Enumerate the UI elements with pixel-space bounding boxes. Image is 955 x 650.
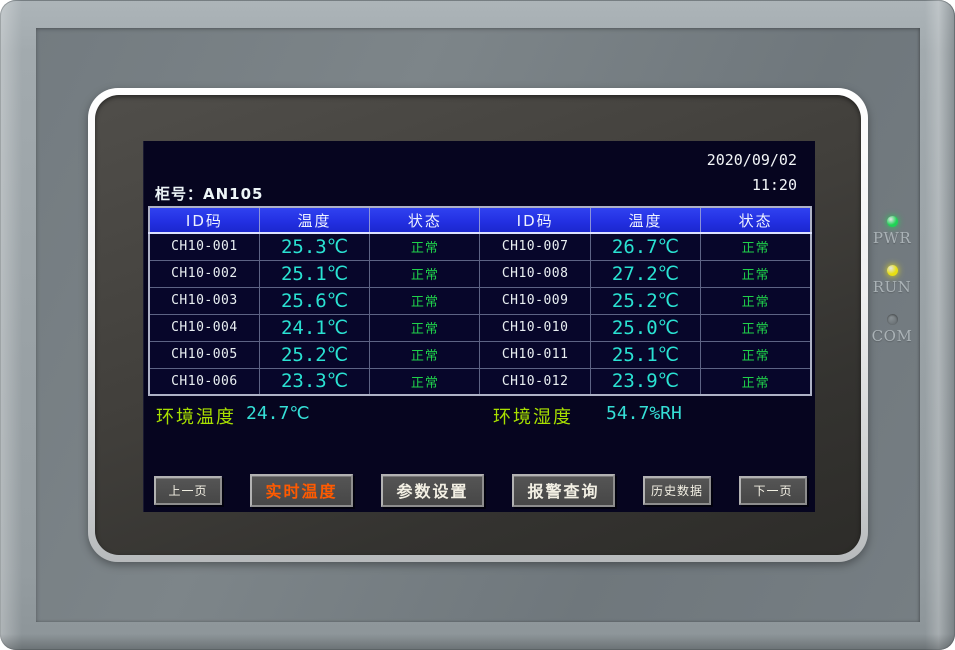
cell-status: 正常 (370, 260, 480, 287)
nav-button-bar: 上一页实时温度参数设置报警查询历史数据下一页 (154, 473, 807, 507)
cell-id: CH10-007 (480, 233, 590, 260)
led-column: PWR RUN COM (866, 216, 918, 363)
cell-status: 正常 (701, 260, 811, 287)
cell-status: 正常 (701, 233, 811, 260)
table-header-row: ID码温度状态ID码温度状态 (149, 207, 811, 233)
com-led-icon (887, 314, 898, 325)
led-label-pwr: PWR (873, 229, 911, 247)
led-group-pwr: PWR (866, 216, 918, 247)
cell-status: 正常 (370, 314, 480, 341)
cell-status: 正常 (370, 233, 480, 260)
cell-status: 正常 (701, 287, 811, 314)
table-row: CH10-00623.3℃正常CH10-01223.9℃正常 (149, 368, 811, 395)
table-row: CH10-00125.3℃正常CH10-00726.7℃正常 (149, 233, 811, 260)
cell-temp: 27.2℃ (590, 260, 700, 287)
run-led-icon (887, 265, 898, 276)
cell-status: 正常 (370, 287, 480, 314)
cabinet-label: 柜号：AN105 (155, 183, 263, 204)
led-label-run: RUN (873, 278, 912, 296)
cell-status: 正常 (370, 368, 480, 395)
cell-id: CH10-001 (149, 233, 259, 260)
led-group-run: RUN (866, 265, 918, 296)
table-row: CH10-00424.1℃正常CH10-01025.0℃正常 (149, 314, 811, 341)
column-header: ID码 (149, 207, 259, 233)
table-row: CH10-00325.6℃正常CH10-00925.2℃正常 (149, 287, 811, 314)
temperature-table: ID码温度状态ID码温度状态 CH10-00125.3℃正常CH10-00726… (148, 206, 812, 396)
pwr-led-icon (887, 216, 898, 227)
led-group-com: COM (866, 314, 918, 345)
cell-id: CH10-011 (480, 341, 590, 368)
cell-id: CH10-003 (149, 287, 259, 314)
param-settings-button[interactable]: 参数设置 (381, 474, 484, 507)
cell-id: CH10-002 (149, 260, 259, 287)
prev-page-button[interactable]: 上一页 (154, 476, 222, 505)
datetime-display: 2020/09/02 11:20 (707, 148, 797, 198)
time-text: 11:20 (707, 173, 797, 198)
cell-temp: 26.7℃ (590, 233, 700, 260)
env-temp-value: 24.7℃ (246, 403, 310, 424)
column-header: 温度 (259, 207, 369, 233)
column-header: 状态 (701, 207, 811, 233)
cell-temp: 25.2℃ (590, 287, 700, 314)
env-temp-label: 环境温度 (156, 403, 236, 429)
cell-id: CH10-012 (480, 368, 590, 395)
table-row: CH10-00525.2℃正常CH10-01125.1℃正常 (149, 341, 811, 368)
cell-temp: 25.0℃ (590, 314, 700, 341)
cell-id: CH10-005 (149, 341, 259, 368)
cell-temp: 24.1℃ (259, 314, 369, 341)
lcd-display: 2020/09/02 11:20 柜号：AN105 ID码温度状态ID码温度状态… (143, 141, 815, 512)
cell-id: CH10-008 (480, 260, 590, 287)
realtime-temp-button[interactable]: 实时温度 (250, 474, 353, 507)
case-edge-highlight-right (925, 0, 955, 650)
cell-id: CH10-009 (480, 287, 590, 314)
environment-row: 环境温度 24.7℃ 环境湿度 54.7%RH (144, 403, 815, 429)
history-data-button[interactable]: 历史数据 (643, 476, 711, 505)
case-edge-shadow-bottom (0, 634, 955, 650)
led-label-com: COM (872, 327, 913, 345)
cell-id: CH10-006 (149, 368, 259, 395)
cell-temp: 25.1℃ (590, 341, 700, 368)
env-humidity-label: 环境湿度 (493, 403, 573, 429)
table-row: CH10-00225.1℃正常CH10-00827.2℃正常 (149, 260, 811, 287)
cell-status: 正常 (370, 341, 480, 368)
cell-id: CH10-010 (480, 314, 590, 341)
case-edge-highlight-left (0, 0, 22, 650)
env-humidity-value: 54.7%RH (606, 403, 682, 424)
cell-temp: 25.3℃ (259, 233, 369, 260)
cell-temp: 23.9℃ (590, 368, 700, 395)
alarm-query-button[interactable]: 报警查询 (512, 474, 615, 507)
cell-status: 正常 (701, 341, 811, 368)
column-header: 温度 (590, 207, 700, 233)
cell-temp: 23.3℃ (259, 368, 369, 395)
date-text: 2020/09/02 (707, 148, 797, 173)
cell-temp: 25.2℃ (259, 341, 369, 368)
cell-status: 正常 (701, 368, 811, 395)
hmi-device: 2020/09/02 11:20 柜号：AN105 ID码温度状态ID码温度状态… (0, 0, 955, 650)
column-header: 状态 (370, 207, 480, 233)
cell-status: 正常 (701, 314, 811, 341)
cell-temp: 25.1℃ (259, 260, 369, 287)
cell-temp: 25.6℃ (259, 287, 369, 314)
next-page-button[interactable]: 下一页 (739, 476, 807, 505)
column-header: ID码 (480, 207, 590, 233)
cell-id: CH10-004 (149, 314, 259, 341)
